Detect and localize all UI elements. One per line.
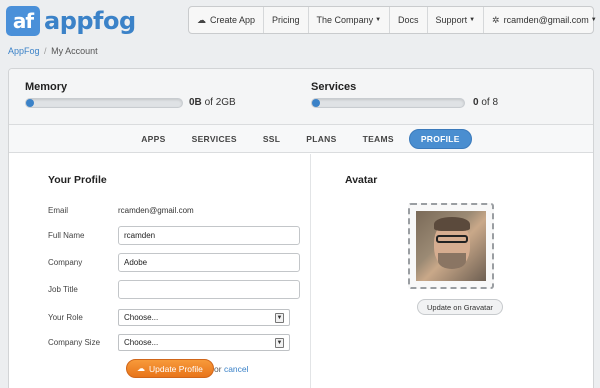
memory-progress-fill <box>26 99 34 107</box>
jobtitle-label: Job Title <box>48 285 78 294</box>
avatar-beard <box>438 253 466 269</box>
account-card: Memory 0B of 2GB Services 0 of 8 APPS SER… <box>8 68 594 388</box>
usage-panel: Memory 0B of 2GB Services 0 of 8 <box>9 69 593 125</box>
cloud-icon: ☁ <box>197 14 206 25</box>
nav-the-company[interactable]: The Company ▼ <box>309 7 391 33</box>
cancel-group: or cancel <box>214 364 249 374</box>
nav-docs-label: Docs <box>398 15 419 25</box>
update-profile-button[interactable]: ☁ Update Profile <box>126 359 214 378</box>
memory-total: of 2GB <box>204 97 236 108</box>
fullname-row: Full Name rcamden <box>48 226 300 245</box>
account-email-label: rcamden@gmail.com <box>503 15 589 25</box>
role-select[interactable]: Choose... ▼ <box>118 309 290 326</box>
update-profile-label: Update Profile <box>149 363 203 374</box>
company-size-label: Company Size <box>48 338 101 347</box>
caret-down-icon: ▼ <box>469 17 476 23</box>
email-row: Email rcamden@gmail.com <box>48 206 194 215</box>
profile-title: Your Profile <box>48 174 107 186</box>
breadcrumb-root-link[interactable]: AppFog <box>8 46 40 56</box>
nav-company-label: The Company <box>316 15 374 25</box>
avatar-glasses <box>436 235 468 243</box>
company-label: Company <box>48 258 83 267</box>
services-title: Services <box>311 81 357 93</box>
company-size-select[interactable]: Choose... ▼ <box>118 334 290 351</box>
company-size-row: Company Size Choose... ▼ <box>48 334 290 351</box>
update-gravatar-button[interactable]: Update on Gravatar <box>417 299 503 315</box>
tab-ssl[interactable]: SSL <box>252 130 291 148</box>
services-progress-fill <box>312 99 320 107</box>
avatar-hair <box>434 217 470 231</box>
jobtitle-input[interactable] <box>118 280 300 299</box>
breadcrumb: AppFog / My Account <box>8 46 98 56</box>
company-size-select-value: Choose... <box>124 338 159 347</box>
account-tabs: APPS SERVICES SSL PLANS TEAMS PROFILE <box>9 125 593 153</box>
nav-pricing[interactable]: Pricing <box>264 7 309 33</box>
gear-icon: ✲ <box>492 14 500 25</box>
cancel-link[interactable]: cancel <box>224 364 249 374</box>
cloud-upload-icon: ☁ <box>137 364 145 373</box>
fullname-label: Full Name <box>48 231 85 240</box>
tab-services[interactable]: SERVICES <box>181 130 248 148</box>
create-app-label: Create App <box>210 15 256 25</box>
or-text: or <box>214 364 222 374</box>
caret-down-icon: ▼ <box>590 17 597 23</box>
role-label: Your Role <box>48 313 83 322</box>
nav-support[interactable]: Support ▼ <box>428 7 485 33</box>
create-app-button[interactable]: ☁ Create App <box>189 7 265 33</box>
memory-used: 0B <box>189 97 202 108</box>
nav-support-label: Support <box>435 15 468 25</box>
memory-value: 0B of 2GB <box>189 97 236 108</box>
select-arrow-icon: ▼ <box>275 337 284 348</box>
top-navigation: ☁ Create App Pricing The Company ▼ Docs … <box>188 6 597 34</box>
profile-pane: Your Profile Email rcamden@gmail.com Ful… <box>9 154 309 388</box>
email-label: Email <box>48 206 69 215</box>
avatar-pane: Avatar Update on Gravatar <box>310 154 593 388</box>
tab-teams[interactable]: TEAMS <box>352 130 405 148</box>
services-usage: Services 0 of 8 <box>311 81 581 108</box>
avatar-photo <box>416 211 486 281</box>
logo-mark: af <box>6 6 40 36</box>
select-arrow-icon: ▼ <box>275 312 284 323</box>
services-total: of 8 <box>481 97 499 108</box>
services-value: 0 of 8 <box>473 97 498 108</box>
tab-profile[interactable]: PROFILE <box>408 128 472 149</box>
services-used: 0 <box>473 97 479 108</box>
nav-docs[interactable]: Docs <box>390 7 428 33</box>
memory-usage: Memory 0B of 2GB <box>25 81 305 108</box>
breadcrumb-current: My Account <box>51 46 98 56</box>
avatar-title: Avatar <box>345 174 378 186</box>
role-select-value: Choose... <box>124 313 159 322</box>
breadcrumb-separator: / <box>44 46 47 56</box>
caret-down-icon: ▼ <box>375 17 382 23</box>
tab-apps[interactable]: APPS <box>130 130 176 148</box>
memory-title: Memory <box>25 81 68 93</box>
logo-text: appfog <box>44 7 136 35</box>
nav-pricing-label: Pricing <box>272 15 300 25</box>
account-menu[interactable]: ✲ rcamden@gmail.com ▼ <box>484 7 600 33</box>
jobtitle-row: Job Title <box>48 280 300 299</box>
email-value: rcamden@gmail.com <box>118 206 194 215</box>
company-row: Company Adobe <box>48 253 300 272</box>
appfog-logo[interactable]: af appfog <box>6 6 136 36</box>
company-input[interactable]: Adobe <box>118 253 300 272</box>
tab-plans[interactable]: PLANS <box>295 130 347 148</box>
memory-progress-bar <box>25 98 183 108</box>
services-progress-bar <box>311 98 465 108</box>
avatar-frame <box>408 203 494 289</box>
fullname-input[interactable]: rcamden <box>118 226 300 245</box>
role-row: Your Role Choose... ▼ <box>48 309 290 326</box>
